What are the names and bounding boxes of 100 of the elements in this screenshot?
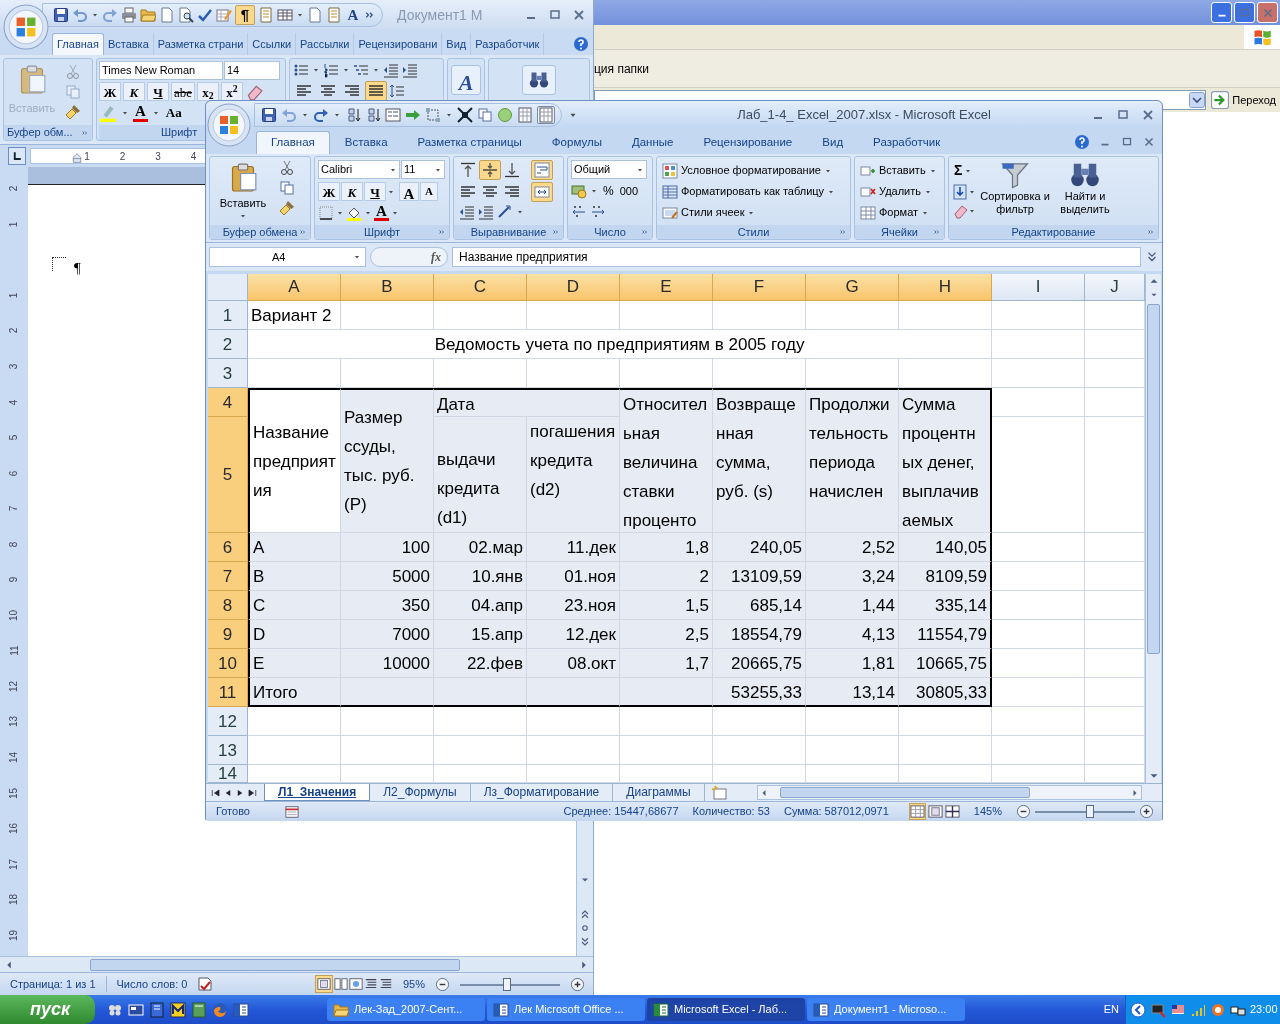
ribbon-tab[interactable]: Данные (616, 131, 689, 154)
table-cell[interactable]: 1,81 (806, 649, 899, 678)
grow-font-button[interactable]: A (399, 182, 419, 201)
table-cell[interactable]: 02.мар (434, 533, 527, 562)
format-button[interactable]: К (341, 182, 363, 201)
table-cell[interactable]: 4,13 (806, 620, 899, 649)
taskbar-button[interactable]: Microsoft Excel - Лаб... (647, 998, 805, 1021)
table-cell[interactable]: Итого (248, 678, 341, 707)
ribbon-tab[interactable]: Главная (52, 33, 104, 55)
column-header[interactable]: I (992, 274, 1085, 301)
table-cell[interactable]: погашения кредита (d2) (527, 417, 620, 533)
format-button[interactable]: Ж (99, 82, 121, 101)
table-cell[interactable]: 335,14 (899, 591, 992, 620)
sheet-tab[interactable]: Л2_Формулы (370, 783, 471, 801)
table-cell[interactable]: 2 (620, 562, 713, 591)
table-cell[interactable]: Продолжительность периода начислен (806, 388, 899, 533)
ribbon-tab[interactable]: Разметка страницы (402, 131, 537, 154)
format-button[interactable]: Ч (147, 82, 169, 101)
table-cell[interactable]: 10000 (341, 649, 434, 678)
table-cell[interactable]: E (248, 649, 341, 678)
table-cell[interactable]: 240,05 (713, 533, 806, 562)
row-header[interactable]: 12 (208, 707, 248, 736)
table-cell[interactable]: 1,5 (620, 591, 713, 620)
table-cell[interactable]: 13109,59 (713, 562, 806, 591)
format-button[interactable]: К (123, 82, 145, 101)
row-header[interactable]: 10 (208, 649, 248, 678)
table-cell[interactable]: 15.апр (434, 620, 527, 649)
table-cell[interactable]: Возвращенная сумма, руб. (s) (713, 388, 806, 533)
font-size-field[interactable]: 11 (401, 160, 445, 179)
row-header[interactable]: 6 (208, 533, 248, 562)
table-cell[interactable]: 1,8 (620, 533, 713, 562)
taskbar-button[interactable]: Документ1 - Microso... (807, 998, 965, 1021)
table-cell[interactable]: 23.ноя (527, 591, 620, 620)
ribbon-tab[interactable]: Формулы (536, 131, 617, 154)
ribbon-button[interactable]: Условное форматирование (660, 160, 847, 181)
table-cell[interactable]: A (248, 533, 341, 562)
table-cell[interactable]: 8109,59 (899, 562, 992, 591)
ribbon-tab[interactable]: Рецензирование (688, 131, 808, 154)
font-color-button[interactable]: A (374, 204, 389, 221)
language-indicator[interactable]: EN (1103, 1001, 1119, 1018)
ribbon-tab[interactable]: Разработчик (858, 131, 956, 154)
table-cell[interactable]: 1,44 (806, 591, 899, 620)
change-case-button[interactable]: Aa (163, 103, 184, 123)
find-select-button[interactable]: Найти и выделить (1054, 160, 1116, 219)
table-cell[interactable]: 01.ноя (527, 562, 620, 591)
ribbon-button[interactable]: Формат (858, 202, 941, 223)
row-header[interactable]: 9 (208, 620, 248, 649)
table-cell[interactable]: 2,5 (620, 620, 713, 649)
font-size-field[interactable]: 14 (224, 61, 280, 80)
sheet-tab[interactable]: Лз_Форматирование (470, 783, 614, 801)
row-header[interactable]: 2 (208, 330, 248, 359)
ribbon-button[interactable]: Стили ячеек (660, 202, 847, 223)
row-header[interactable]: 7 (208, 562, 248, 591)
column-header[interactable]: F (713, 274, 806, 301)
pilcrow-button[interactable]: ¶ (235, 5, 255, 25)
go-button[interactable]: Переход (1209, 90, 1278, 110)
percent-button[interactable]: % (601, 182, 616, 200)
table-cell[interactable]: 10665,75 (899, 649, 992, 678)
ribbon-button[interactable]: Удалить (858, 181, 941, 202)
row-header[interactable]: 3 (208, 359, 248, 388)
font-name-field[interactable]: Times New Roman (99, 61, 223, 80)
ribbon-tab[interactable]: Вид (807, 131, 859, 154)
sheet-tab[interactable]: Л1_Значения (264, 783, 371, 801)
font-color-button[interactable]: A (133, 103, 148, 122)
table-cell[interactable]: 22.фев (434, 649, 527, 678)
table-cell[interactable]: 04.апр (434, 591, 527, 620)
column-header[interactable]: H (899, 274, 992, 301)
table-cell[interactable]: 08.окт (527, 649, 620, 678)
styles-button[interactable]: A (451, 65, 481, 95)
table-cell[interactable]: 11554,79 (899, 620, 992, 649)
table-cell[interactable]: 12.дек (527, 620, 620, 649)
format-button[interactable]: x$_{2}$ (197, 82, 220, 101)
font-name-field[interactable]: Calibri (318, 160, 400, 179)
column-header[interactable]: E (620, 274, 713, 301)
row-header[interactable]: 14 (208, 765, 248, 783)
table-cell[interactable]: Дата (434, 388, 620, 417)
formula-field[interactable]: Название предприятия (452, 247, 1141, 267)
row-header[interactable]: 13 (208, 736, 248, 765)
table-cell[interactable]: Ведомость учета по предприятиям в 2005 году (248, 330, 992, 359)
column-header[interactable]: C (434, 274, 527, 301)
table-cell[interactable]: 7000 (341, 620, 434, 649)
name-box[interactable]: A4 (209, 247, 366, 267)
table-cell[interactable]: 2,52 (806, 533, 899, 562)
toolbar-label[interactable]: ция папки (594, 59, 650, 78)
sum-button[interactable]: Σ (952, 160, 965, 181)
taskbar-button[interactable]: Лек Microsoft Office ... (487, 998, 645, 1021)
table-cell[interactable]: B (248, 562, 341, 591)
sheet-tab[interactable]: Диаграммы (613, 783, 705, 801)
ribbon-tab[interactable]: Вставка (329, 131, 403, 154)
column-header[interactable]: G (806, 274, 899, 301)
font-button[interactable]: A (345, 3, 361, 27)
table-cell[interactable]: 350 (341, 591, 434, 620)
table-cell[interactable]: 3,24 (806, 562, 899, 591)
format-button[interactable]: Ч (364, 182, 386, 201)
table-cell[interactable]: 685,14 (713, 591, 806, 620)
table-cell[interactable]: 13,14 (806, 678, 899, 707)
table-cell[interactable]: выдачи кредита (d1) (434, 417, 527, 533)
table-cell[interactable]: 100 (341, 533, 434, 562)
paste-button[interactable]: Вставить (213, 160, 273, 220)
number-format-field[interactable]: Общий (571, 160, 647, 179)
